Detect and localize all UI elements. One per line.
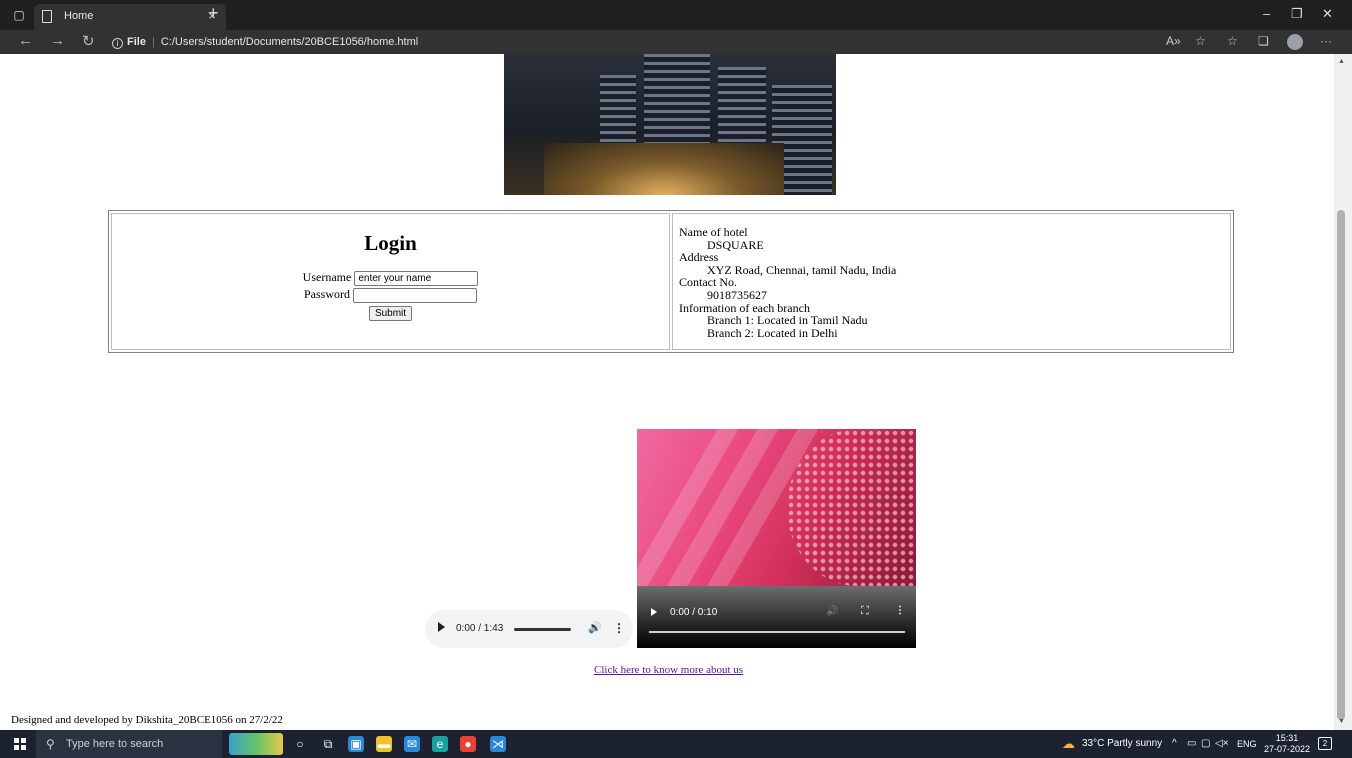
hotel-image [504,54,836,195]
video-progress-slider[interactable] [649,631,905,633]
minimize-icon[interactable]: – [1263,6,1270,21]
scroll-down-icon[interactable]: ▼ [1338,718,1345,725]
add-favorite-icon[interactable]: ☆ [1195,34,1206,48]
detail-value: DSQUARE [707,237,764,252]
video-controls: 0:00 / 0:10 🔊 ⛶ ⋮ [637,586,916,648]
vscode-icon[interactable]: ⋊ [490,736,506,752]
login-form: Login Username Password Submit [111,213,670,350]
login-title: Login [364,231,417,255]
cortana-icon[interactable]: ○ [292,736,308,752]
taskbar-clock[interactable]: 15:31 27-07-2022 [1264,733,1310,755]
audio-time: 0:00 / 1:43 [456,623,504,634]
tab-actions-icon[interactable]: ▢ [10,6,28,24]
hotel-details: Name of hotel DSQUARE Address XYZ Road, Che… [672,213,1231,350]
hotel-details-list: Name of hotel DSQUARE Address XYZ Road, Che… [679,226,1230,339]
video-more-icon[interactable]: ⋮ [895,605,905,616]
clock-date: 27-07-2022 [1264,744,1311,754]
audio-volume-icon[interactable]: 🔊 [588,621,602,634]
mail-icon[interactable]: ✉ [404,736,420,752]
video-fullscreen-icon[interactable]: ⛶ [861,605,869,618]
display-icon[interactable]: ▢ [1201,730,1210,758]
video-play-icon[interactable] [651,608,657,616]
network-icon[interactable]: ▭ [1187,730,1196,758]
detail-value: XYZ Road, Chennai, tamil Nadu, India [707,262,897,277]
video-frame [637,429,916,586]
detail-term: Name of hotel [679,225,748,239]
video-volume-icon[interactable]: 🔊 [826,606,838,617]
url-separator: | [151,36,155,48]
video-time: 0:00 / 0:10 [670,607,718,618]
search-highlight-art[interactable] [229,733,283,755]
detail-term: Address [679,250,719,265]
info-table: Login Username Password Submit Name of h… [108,210,1234,353]
windows-taskbar: ⚲ Type here to search ○ ⧉ ▣ ▬ ✉ e ● ⋊ ☁ 33°C Pa… [0,730,1352,758]
weather-text[interactable]: 33°C Partly sunny [1082,730,1162,758]
language-indicator[interactable]: ENG [1237,730,1257,758]
submit-button[interactable]: Submit [368,306,413,321]
file-explorer-icon[interactable]: ▬ [376,736,392,752]
info-icon[interactable]: i [112,38,123,49]
forward-icon[interactable]: → [50,32,65,49]
new-tab-icon[interactable]: + [208,3,219,24]
edge-icon[interactable]: e [432,736,448,752]
page-icon [42,10,52,23]
search-icon: ⚲ [46,737,55,751]
back-icon[interactable]: ← [18,32,33,49]
search-placeholder: Type here to search [66,738,164,750]
weather-icon[interactable]: ☁ [1062,730,1075,758]
audio-play-icon[interactable] [438,622,445,632]
page-viewport: Login Username Password Submit Name of h… [0,54,1334,730]
profile-avatar[interactable] [1287,34,1303,50]
audio-more-icon[interactable]: ⋮ [613,621,625,635]
scroll-up-icon[interactable]: ▲ [1338,58,1345,65]
address-bar: ← → ↻ i File | C:/Users/student/Documents/2… [0,30,1352,54]
favorites-icon[interactable]: ☆ [1227,34,1238,48]
hotel-plaza [544,143,784,195]
audio-progress-slider[interactable] [514,628,571,631]
username-label: Username [302,270,352,284]
tab-title: Home [64,10,94,22]
restore-icon[interactable]: ❐ [1291,6,1303,22]
url-text[interactable]: C:/Users/student/Documents/20BCE1056/hom… [161,36,418,48]
username-input[interactable] [354,270,479,286]
video-dot-sphere [787,429,916,586]
scroll-thumb[interactable] [1337,210,1345,720]
page-scrollbar[interactable]: ▲ ▼ [1334,54,1352,730]
notifications-icon[interactable]: 2 [1318,737,1332,750]
detail-value: Branch 2: Located in Delhi [707,325,838,340]
detail-value: 9018735627 [707,287,767,302]
detail-value: Branch 1: Located in Tamil Nadu [707,313,868,328]
volume-icon[interactable]: ◁× [1215,730,1229,758]
know-more-link[interactable]: Click here to know more about us [594,664,743,676]
audio-player[interactable]: 0:00 / 1:43 🔊 ⋮ [425,610,633,648]
collections-icon[interactable]: ❏ [1258,34,1269,48]
taskbar-search[interactable]: ⚲ Type here to search [36,730,222,758]
file-label: File [127,36,146,48]
windows-start-icon[interactable] [14,738,26,750]
video-player[interactable]: 0:00 / 0:10 🔊 ⛶ ⋮ [637,429,916,648]
url-field[interactable]: i File | C:/Users/student/Documents/20BCE10… [112,32,1152,52]
refresh-icon[interactable]: ↻ [82,32,95,50]
browser-tab-bar: ▢ Home × + – ❐ ✕ [0,0,1352,30]
tab-home[interactable]: Home × [34,4,226,30]
close-window-icon[interactable]: ✕ [1322,6,1333,22]
chrome-icon[interactable]: ● [460,736,476,752]
tray-expand-icon[interactable]: ^ [1172,730,1177,758]
clock-time: 15:31 [1275,733,1299,743]
password-input[interactable] [353,287,477,303]
password-label: Password [303,287,350,301]
store-icon[interactable]: ▣ [348,736,364,752]
read-aloud-icon[interactable]: A» [1166,34,1181,48]
more-options-icon[interactable]: ··· [1320,34,1332,48]
task-view-icon[interactable]: ⧉ [320,736,336,752]
page-footer: Designed and developed by Dikshita_20BCE… [11,714,283,726]
